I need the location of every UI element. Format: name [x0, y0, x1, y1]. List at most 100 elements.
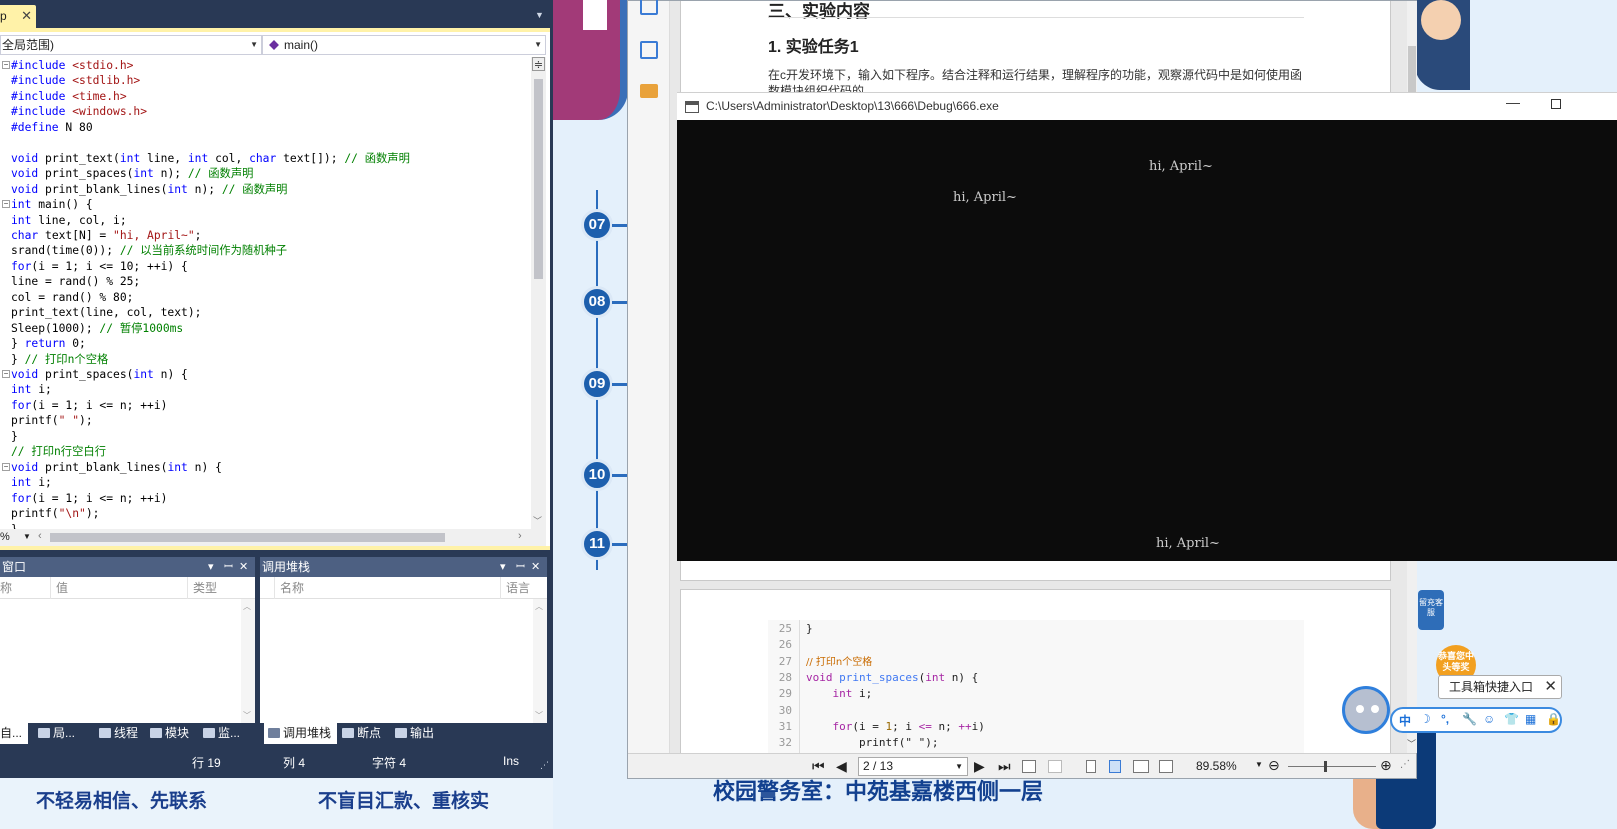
comments-icon[interactable] [640, 84, 658, 98]
editor-vertical-scrollbar[interactable]: ≑ ﹀ [531, 57, 546, 529]
code-line[interactable]: void print_blank_lines(int n) { [11, 460, 222, 475]
pin-icon[interactable]: ꟷ [516, 557, 525, 577]
tab-call-stack[interactable]: 调用堆栈 [264, 723, 338, 744]
close-icon[interactable]: ✕ [239, 557, 248, 577]
collapse-icon[interactable]: − [2, 200, 10, 209]
code-line[interactable]: int i; [11, 382, 52, 397]
tab-threads[interactable]: 线程 [99, 723, 138, 744]
ime-tool-icon[interactable]: 🔒 [1546, 712, 1561, 726]
split-handle-icon[interactable]: ≑ [532, 57, 545, 71]
code-line[interactable]: // 打印n行空白行 [11, 444, 106, 459]
code-line[interactable]: } [11, 522, 18, 530]
chevron-down-icon[interactable]: ▾ [208, 557, 214, 577]
scrollbar-thumb[interactable] [534, 79, 543, 279]
zoom-slider[interactable] [1288, 761, 1376, 772]
scope-dropdown[interactable]: 全局范围) ▼ [0, 35, 262, 55]
code-line[interactable]: void print_text(int line, int col, char … [11, 151, 410, 166]
code-line[interactable]: #define N 80 [11, 120, 93, 135]
code-line[interactable]: #include <time.h> [11, 89, 127, 104]
scroll-down-icon[interactable]: ﹀ [533, 514, 542, 527]
code-line[interactable]: for(i = 1; i <= n; ++i) [11, 398, 167, 413]
tab-modules[interactable]: 模块 [150, 723, 189, 744]
collapse-icon[interactable]: − [2, 61, 10, 69]
ime-tool-icon[interactable]: 中 [1399, 712, 1411, 729]
code-line[interactable]: printf("\n"); [11, 506, 99, 521]
scroll-right-icon[interactable]: › [518, 530, 522, 542]
column-header-language[interactable]: 语言 [500, 577, 530, 599]
minimize-icon[interactable]: — [1506, 94, 1520, 110]
collapse-icon[interactable]: − [2, 370, 10, 378]
pages-icon[interactable] [640, 41, 658, 59]
code-line[interactable]: int main() { [11, 197, 93, 212]
scrollbar-thumb[interactable] [50, 533, 445, 542]
zoom-percentage[interactable]: 89.58% [1196, 759, 1237, 773]
chevron-down-icon[interactable]: ▼ [23, 532, 31, 541]
page-number-input[interactable]: 2 / 13 ▼ [858, 757, 968, 776]
code-line[interactable]: } // 打印n个空格 [11, 352, 108, 367]
maximize-icon[interactable] [1551, 99, 1561, 109]
code-line[interactable]: void print_blank_lines(int n); // 函数声明 [11, 182, 287, 197]
close-icon[interactable]: ✕ [531, 557, 540, 577]
code-line[interactable]: Sleep(1000); // 暂停1000ms [11, 321, 183, 336]
code-line[interactable]: for(i = 1; i <= 10; ++i) { [11, 259, 188, 274]
ime-tool-icon[interactable]: ☺ [1483, 712, 1495, 726]
scroll-down-icon[interactable]: ﹀ [1407, 737, 1416, 750]
paste-icon[interactable] [1048, 760, 1062, 773]
code-line[interactable]: void print_spaces(int n) { [11, 367, 188, 382]
zoom-level[interactable]: % [0, 531, 10, 543]
last-page-icon[interactable]: ⏭ [998, 758, 1011, 775]
ime-tool-icon[interactable]: ▦ [1525, 712, 1536, 726]
tab-locals[interactable]: 局... [38, 723, 75, 744]
chevron-down-icon[interactable]: ▼ [535, 10, 544, 20]
document-tab[interactable]: p ✕ [0, 5, 36, 28]
collapse-icon[interactable]: − [2, 462, 10, 471]
code-line[interactable]: } return 0; [11, 336, 86, 351]
code-text-area[interactable]: #include <stdio.h> − #include <stdlib.h> #i… [0, 57, 531, 529]
code-line[interactable]: print_text(line, col, text); [11, 305, 201, 320]
code-line[interactable]: int line, col, i; [11, 213, 127, 228]
resize-grip-icon[interactable]: ⋰ [1400, 759, 1410, 770]
ime-tool-icon[interactable]: 🔧 [1462, 712, 1477, 726]
column-header-name[interactable]: 名称 [274, 577, 304, 599]
code-line[interactable]: void print_spaces(int n); // 函数声明 [11, 166, 253, 181]
pin-icon[interactable]: ꟷ [224, 557, 233, 577]
code-line[interactable]: #include <stdlib.h> [11, 73, 140, 88]
chevron-down-icon[interactable]: ▾ [500, 557, 506, 577]
tab-watch[interactable]: 监... [203, 723, 240, 744]
code-line[interactable]: int i; [11, 475, 52, 490]
code-line[interactable]: col = rand() % 80; [11, 290, 133, 305]
call-stack-scrollbar[interactable]: ︿ ﹀ [533, 599, 547, 723]
code-line[interactable]: for(i = 1; i <= n; ++i) [11, 491, 167, 506]
chevron-down-icon[interactable]: ▼ [1255, 760, 1263, 769]
toolbox-mascot-icon[interactable] [1342, 686, 1390, 734]
resize-grip-icon[interactable]: ⋰ [540, 760, 549, 771]
two-page-icon[interactable] [1133, 760, 1149, 773]
close-icon[interactable]: ✕ [21, 8, 32, 24]
ime-tool-icon[interactable]: °, [1441, 712, 1449, 726]
function-dropdown[interactable]: main() ▼ [262, 35, 546, 55]
zoom-in-icon[interactable]: ⊕ [1380, 757, 1392, 774]
code-line[interactable]: printf(" "); [11, 413, 93, 428]
single-page-icon[interactable] [1086, 760, 1096, 773]
thumbnails-icon[interactable] [640, 0, 658, 15]
code-line[interactable]: #include <stdio.h> [11, 58, 133, 73]
copy-icon[interactable] [1022, 760, 1036, 773]
previous-page-icon[interactable]: ◀ [836, 758, 847, 775]
scroll-left-icon[interactable]: ‹ [38, 530, 42, 542]
ime-tool-icon[interactable]: ☽ [1420, 712, 1431, 726]
zoom-slider-knob[interactable] [1324, 761, 1327, 772]
next-page-icon[interactable]: ▶ [974, 758, 985, 775]
zoom-out-icon[interactable]: ⊖ [1268, 757, 1280, 774]
tab-autos[interactable]: 自... [0, 723, 29, 744]
column-header-value[interactable]: 值 [50, 577, 68, 599]
first-page-icon[interactable]: ⏮ [812, 758, 825, 775]
column-header-name[interactable]: 称 [0, 577, 12, 599]
close-icon[interactable]: ✕ [1544, 676, 1557, 698]
code-line[interactable]: srand(time(0)); // 以当前系统时间作为随机种子 [11, 243, 287, 258]
code-line[interactable]: #include <windows.h> [11, 104, 147, 119]
code-line[interactable]: char text[N] = "hi, April~"; [11, 228, 201, 243]
editor-horizontal-scrollbar[interactable]: % ▼ ‹ › [0, 529, 546, 546]
tab-output[interactable]: 输出 [395, 723, 434, 744]
locals-scrollbar[interactable]: ︿ ﹀ [241, 599, 255, 723]
fit-page-icon[interactable] [1159, 760, 1173, 773]
